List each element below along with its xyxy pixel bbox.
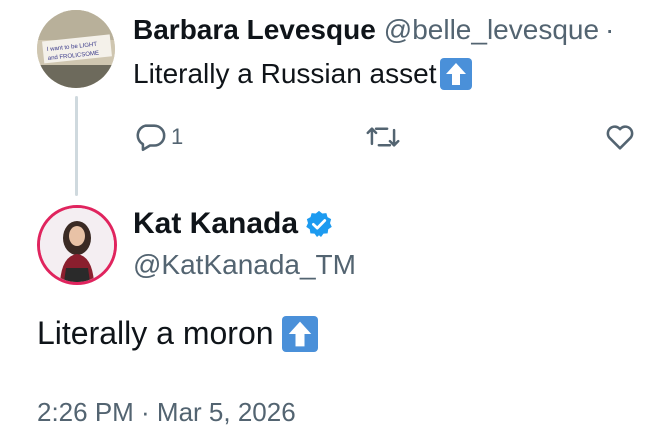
tweet-actions: 1 [133, 120, 638, 160]
thread-connector-line [75, 96, 78, 196]
display-name[interactable]: Kat Kanada [133, 207, 298, 241]
retweet-icon [366, 127, 400, 147]
user-handle[interactable]: @belle_levesque [384, 14, 599, 46]
heart-icon [606, 125, 634, 150]
tweet-text: Literally a Russian asset [133, 58, 473, 90]
tweet-text: Literally a moron [37, 315, 318, 352]
reply-icon [136, 124, 166, 152]
main-tweet-header: Kat Kanada [133, 207, 334, 241]
reply-count: 1 [171, 124, 184, 149]
tweet-text-content: Literally a Russian asset [133, 58, 437, 89]
avatar[interactable]: I want to be LIGHT and FROLICSOME [37, 10, 115, 88]
display-name[interactable]: Barbara Levesque [133, 14, 376, 46]
user-handle[interactable]: @KatKanada_TM [133, 249, 356, 281]
up-arrow-emoji-icon [440, 58, 473, 90]
avatar[interactable] [37, 205, 117, 285]
tweet-timestamp[interactable]: 2:26 PM · Mar 5, 2026 [37, 397, 296, 428]
reply-button[interactable]: 1 [133, 120, 183, 154]
tweet-text-content: Literally a moron [37, 315, 274, 351]
separator-dot: · [605, 14, 615, 45]
retweet-button[interactable] [365, 120, 401, 154]
up-arrow-emoji-icon [281, 315, 318, 352]
reply-tweet-header: Barbara Levesque @belle_levesque · [133, 14, 614, 46]
like-button[interactable] [603, 120, 637, 154]
verified-badge-icon [306, 210, 332, 237]
